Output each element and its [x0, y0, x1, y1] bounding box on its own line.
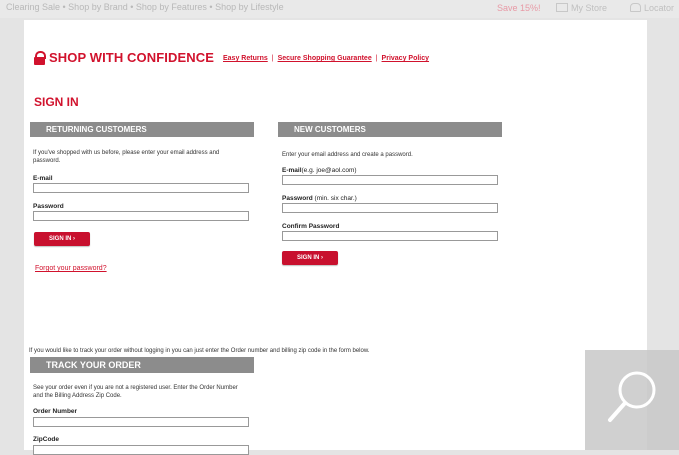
returning-email-label: E-mail — [33, 175, 53, 182]
returning-email-input[interactable] — [33, 183, 249, 193]
content-panel: SHOP WITH CONFIDENCE Easy Returns | Secu… — [24, 20, 647, 455]
link-separator: | — [271, 55, 274, 62]
top-nav-faint-links[interactable]: Clearing Sale • Shop by Brand • Shop by … — [6, 2, 284, 12]
track-order-header: TRACK YOUR ORDER — [30, 357, 254, 373]
track-order-note: If you would like to track your order wi… — [29, 348, 370, 354]
confidence-title: SHOP WITH CONFIDENCE — [49, 50, 214, 65]
zoom-button[interactable] — [585, 350, 679, 450]
link-separator: | — [375, 55, 378, 62]
locator-link[interactable]: Locator — [630, 3, 674, 13]
zip-code-label: ZipCode — [33, 436, 59, 443]
locator-label: Locator — [644, 3, 675, 13]
order-number-input[interactable] — [33, 417, 249, 427]
confirm-password-label: Confirm Password — [282, 223, 340, 230]
order-number-label: Order Number — [33, 408, 78, 415]
top-navigation-bar: Clearing Sale • Shop by Brand • Shop by … — [0, 0, 679, 18]
new-password-input[interactable] — [282, 203, 498, 213]
secure-shopping-link[interactable]: Secure Shopping Guarantee — [278, 55, 372, 62]
magnifier-icon — [608, 371, 656, 422]
new-password-label: Password (min. six char.) — [282, 195, 357, 202]
new-password-label-text: Password — [282, 195, 313, 202]
returning-intro-text: If you've shopped with us before, please… — [33, 150, 220, 164]
store-icon — [556, 3, 568, 12]
returning-sign-in-button[interactable]: SIGN IN › — [34, 232, 90, 246]
new-password-hint: (min. six char.) — [314, 195, 357, 202]
new-intro-text: Enter your email address and create a pa… — [282, 152, 413, 158]
my-store-link[interactable]: My Store — [556, 3, 607, 13]
new-email-label-text: E-mail — [282, 167, 302, 174]
confidence-links: Easy Returns | Secure Shopping Guarantee… — [223, 55, 429, 62]
new-email-input[interactable] — [282, 175, 498, 185]
lock-icon — [34, 50, 46, 65]
new-sign-in-button[interactable]: SIGN IN › — [282, 251, 338, 265]
returning-password-input[interactable] — [33, 211, 249, 221]
returning-customers-header: RETURNING CUSTOMERS — [30, 122, 254, 137]
easy-returns-link[interactable]: Easy Returns — [223, 55, 268, 62]
privacy-policy-link[interactable]: Privacy Policy — [382, 55, 429, 62]
new-email-hint: (e.g. joe@aol.com) — [301, 167, 357, 174]
new-customers-header: NEW CUSTOMERS — [278, 122, 502, 137]
sign-in-heading: SIGN IN — [34, 95, 79, 109]
forgot-password-link[interactable]: Forgot your password? — [35, 265, 107, 272]
confirm-password-input[interactable] — [282, 231, 498, 241]
save-promo-link[interactable]: Save 15%! — [497, 3, 541, 13]
returning-password-label: Password — [33, 203, 64, 210]
zip-code-input[interactable] — [33, 445, 249, 455]
new-email-label: E-mail(e.g. joe@aol.com) — [282, 167, 357, 174]
track-intro-text: See your order even if you are not a reg… — [33, 385, 238, 399]
location-icon — [630, 3, 641, 12]
save-promo-label: Save 15%! — [497, 3, 541, 13]
my-store-label: My Store — [571, 3, 608, 13]
shop-with-confidence-bar: SHOP WITH CONFIDENCE Easy Returns | Secu… — [34, 50, 429, 65]
